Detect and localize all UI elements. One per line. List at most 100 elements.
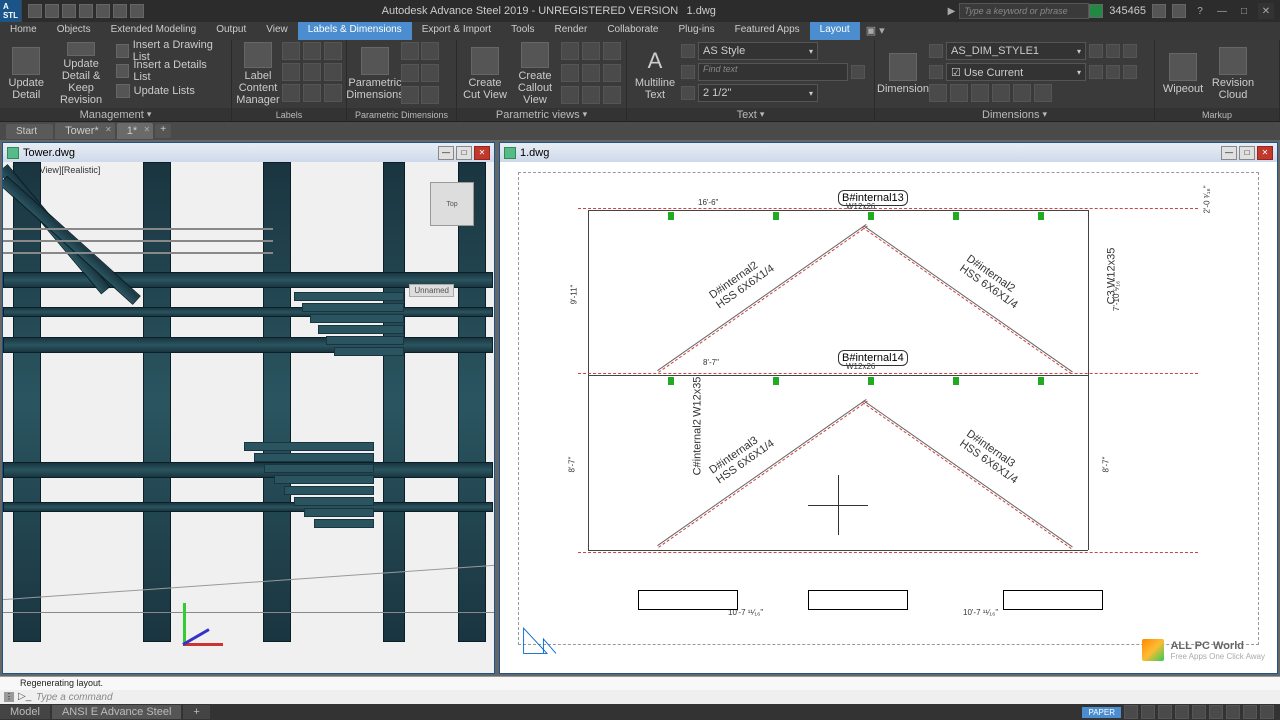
text-height-select[interactable]: 2 1/2"▾ xyxy=(698,84,818,102)
label-tool-icon[interactable] xyxy=(303,42,321,60)
dim-style-select[interactable]: AS_DIM_STYLE1▾ xyxy=(946,42,1086,60)
view-tool-icon[interactable] xyxy=(561,64,579,82)
add-layout-button[interactable]: + xyxy=(183,705,209,719)
open-icon[interactable] xyxy=(45,4,59,18)
lineweight-toggle-icon[interactable] xyxy=(1209,705,1223,719)
find-text-input[interactable]: Find text xyxy=(698,63,848,81)
save-icon[interactable] xyxy=(62,4,76,18)
undo-icon[interactable] xyxy=(113,4,127,18)
view-tool-icon[interactable] xyxy=(603,64,621,82)
tab-extended-modeling[interactable]: Extended Modeling xyxy=(101,22,207,40)
dim-diameter-icon[interactable] xyxy=(1034,84,1052,102)
find-go-icon[interactable] xyxy=(851,65,865,79)
dim-style-icon[interactable] xyxy=(929,44,943,58)
view-tool-icon[interactable] xyxy=(603,86,621,104)
label-tool-icon[interactable] xyxy=(282,42,300,60)
label-tool-icon[interactable] xyxy=(324,84,342,102)
create-cut-view-button[interactable]: Create Cut View xyxy=(461,42,509,106)
tab-tools[interactable]: Tools xyxy=(501,22,544,40)
help-icon[interactable]: ? xyxy=(1192,3,1208,19)
customize-icon[interactable] xyxy=(1260,705,1274,719)
tab-featured-apps[interactable]: Featured Apps xyxy=(725,22,810,40)
vp-minimize-button[interactable]: — xyxy=(438,146,454,160)
panel-title-management[interactable]: Management ▾ xyxy=(0,108,231,121)
tab-render[interactable]: Render xyxy=(545,22,598,40)
insert-details-list-button[interactable]: Insert a Details List xyxy=(114,62,227,80)
tab-home[interactable]: Home xyxy=(0,22,47,40)
dim-tool-icon[interactable] xyxy=(1123,65,1137,79)
infocenter-arrow-icon[interactable]: ▶ xyxy=(948,6,956,17)
minimize-button[interactable]: — xyxy=(1214,3,1230,19)
signin-icon[interactable] xyxy=(1089,4,1103,18)
tab-view[interactable]: View xyxy=(256,22,298,40)
dim-radius-icon[interactable] xyxy=(1013,84,1031,102)
label-tool-icon[interactable] xyxy=(324,42,342,60)
label-tool-icon[interactable] xyxy=(303,84,321,102)
saveas-icon[interactable] xyxy=(79,4,93,18)
dim-tool-icon[interactable] xyxy=(1106,44,1120,58)
dimension-button[interactable]: Dimension xyxy=(879,42,927,106)
dim-tool-icon[interactable] xyxy=(421,86,439,104)
redo-icon[interactable] xyxy=(130,4,144,18)
tab-collaborate[interactable]: Collaborate xyxy=(597,22,668,40)
close-icon[interactable]: ✕ xyxy=(105,125,112,134)
view-tool-icon[interactable] xyxy=(561,86,579,104)
doctab-tower[interactable]: Tower*✕ xyxy=(55,123,115,139)
panel-title-text[interactable]: Text ▾ xyxy=(627,108,874,121)
label-tool-icon[interactable] xyxy=(282,63,300,81)
snap-toggle-icon[interactable] xyxy=(1141,705,1155,719)
tab-layout[interactable]: Layout xyxy=(810,22,860,40)
update-lists-button[interactable]: Update Lists xyxy=(114,82,227,100)
plot-icon[interactable] xyxy=(96,4,110,18)
search-input[interactable]: Type a keyword or phrase xyxy=(959,3,1089,19)
grid-toggle-icon[interactable] xyxy=(1124,705,1138,719)
view-tool-icon[interactable] xyxy=(582,86,600,104)
revision-cloud-button[interactable]: Revision Cloud xyxy=(1209,42,1257,106)
label-content-manager-button[interactable]: Label Content Manager xyxy=(236,42,280,106)
viewport-titlebar[interactable]: 1.dwg — □ ✕ xyxy=(500,143,1277,162)
dim-tool-icon[interactable] xyxy=(401,42,419,60)
polar-toggle-icon[interactable] xyxy=(1175,705,1189,719)
maximize-button[interactable]: □ xyxy=(1236,3,1252,19)
view-tool-icon[interactable] xyxy=(582,42,600,60)
dim-layer-select[interactable]: ☑ Use Current▾ xyxy=(946,63,1086,81)
vp-close-button[interactable]: ✕ xyxy=(474,146,490,160)
view-tool-icon[interactable] xyxy=(603,42,621,60)
wipeout-button[interactable]: Wipeout xyxy=(1159,42,1207,106)
vp-maximize-button[interactable]: □ xyxy=(456,146,472,160)
doctab-1[interactable]: 1*✕ xyxy=(117,123,153,139)
annotation-toggle-icon[interactable] xyxy=(1226,705,1240,719)
dim-linear-icon[interactable] xyxy=(929,84,947,102)
dim-tool-icon[interactable] xyxy=(421,64,439,82)
tab-output[interactable]: Output xyxy=(206,22,256,40)
dim-tool-icon[interactable] xyxy=(421,42,439,60)
panel-title-parametric-views[interactable]: Parametric views ▾ xyxy=(457,108,626,121)
dim-tool-icon[interactable] xyxy=(1123,44,1137,58)
exchange-icon[interactable] xyxy=(1152,4,1166,18)
tab-labels-dimensions[interactable]: Labels & Dimensions xyxy=(298,22,412,40)
text-height-icon[interactable] xyxy=(681,86,695,100)
vp-maximize-button[interactable]: □ xyxy=(1239,146,1255,160)
viewport-canvas-2d[interactable]: B#internal13 W12x26 B#internal14 W12x26 … xyxy=(500,162,1277,673)
vp-minimize-button[interactable]: — xyxy=(1221,146,1237,160)
workspace-icon[interactable] xyxy=(1243,705,1257,719)
viewport-titlebar[interactable]: Tower.dwg — □ ✕ xyxy=(3,143,494,162)
tab-objects[interactable]: Objects xyxy=(47,22,101,40)
dim-aligned-icon[interactable] xyxy=(950,84,968,102)
update-detail-button[interactable]: Update Detail xyxy=(4,42,49,106)
vp-close-button[interactable]: ✕ xyxy=(1257,146,1273,160)
command-handle-icon[interactable]: ⋮ xyxy=(4,692,14,702)
app-menu-button[interactable]: ASTL xyxy=(0,0,22,22)
doctab-start[interactable]: Start xyxy=(6,124,53,139)
model-tab[interactable]: Model xyxy=(0,705,50,719)
tab-plugins[interactable]: Plug-ins xyxy=(668,22,724,40)
tab-export-import[interactable]: Export & Import xyxy=(412,22,501,40)
insert-drawing-list-button[interactable]: Insert a Drawing List xyxy=(114,42,227,60)
view-cube[interactable]: Top xyxy=(430,182,474,226)
new-icon[interactable] xyxy=(28,4,42,18)
dim-tool-icon[interactable] xyxy=(1089,65,1103,79)
update-keep-revision-button[interactable]: Update Detail & Keep Revision xyxy=(51,42,112,106)
view-tool-icon[interactable] xyxy=(561,42,579,60)
tab-overflow-icon[interactable]: ▣ ▾ xyxy=(860,22,891,40)
view-tool-icon[interactable] xyxy=(582,64,600,82)
